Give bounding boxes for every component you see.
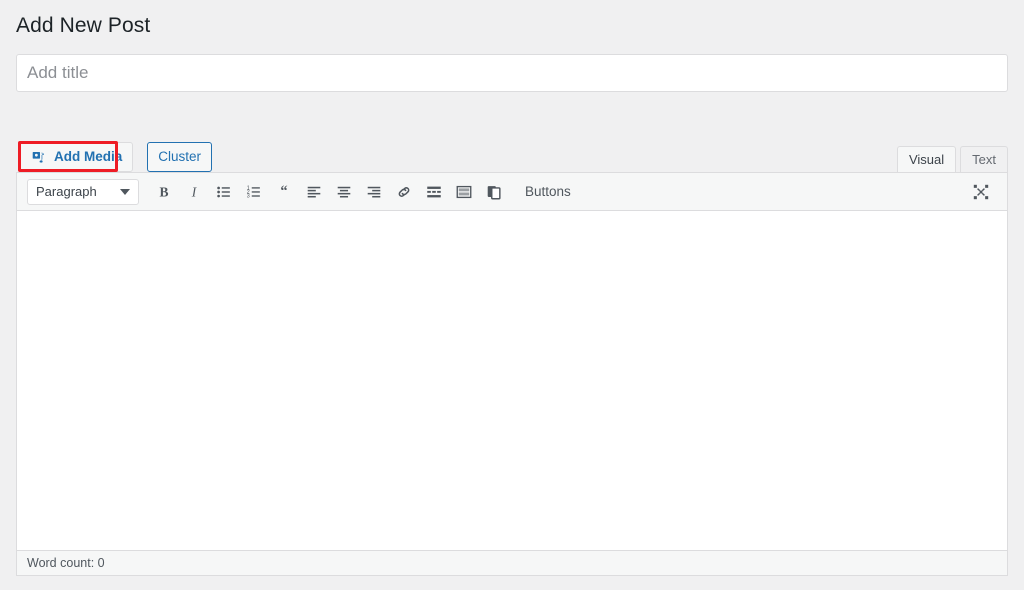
chevron-down-icon [120,189,130,195]
kitchen-sink-icon [455,183,473,201]
editor-toolbar: Paragraph B I [17,173,1007,211]
add-media-button[interactable]: Add Media [20,142,133,172]
post-content-editor: Paragraph B I [16,172,1008,576]
quote-icon: “ [275,183,293,201]
word-count-label: Word count: 0 [27,556,105,570]
ordered-list-icon: 1 2 3 [245,183,263,201]
fullscreen-icon [972,183,990,201]
align-left-button[interactable] [300,178,328,206]
blockquote-button[interactable]: “ [270,178,298,206]
align-left-icon [305,183,323,201]
bold-button[interactable]: B [150,178,178,206]
wordpress-add-new-post-screen: Add New Post Add Media Cluster Visual [0,0,1024,590]
tab-visual[interactable]: Visual [897,146,956,172]
align-center-button[interactable] [330,178,358,206]
link-icon [395,183,413,201]
page-title: Add New Post [16,14,150,38]
duplicate-button[interactable] [480,178,508,206]
italic-icon: I [185,183,203,201]
bulleted-list-button[interactable] [210,178,238,206]
toolbar-toggle-button[interactable] [450,178,478,206]
paragraph-style-select[interactable]: Paragraph [27,179,139,205]
cluster-button[interactable]: Cluster [147,142,212,172]
media-buttons-row: Add Media Cluster [16,140,212,174]
buttons-toolbar-label[interactable]: Buttons [525,184,571,199]
read-more-icon [425,183,443,201]
editor-statusbar: Word count: 0 [17,550,1007,575]
tab-visual-label: Visual [909,152,944,167]
admin-media-icon [31,149,48,166]
post-title-field[interactable] [16,54,1008,92]
read-more-button[interactable] [420,178,448,206]
align-right-button[interactable] [360,178,388,206]
cluster-label: Cluster [158,150,201,164]
align-right-icon [365,183,383,201]
copy-icon [485,183,503,201]
post-title-input[interactable] [17,55,1007,91]
tab-text-label: Text [972,152,996,167]
svg-text:“: “ [280,183,287,199]
fullscreen-button[interactable] [967,178,995,206]
post-content-area[interactable] [17,211,1007,550]
italic-button[interactable]: I [180,178,208,206]
insert-link-button[interactable] [390,178,418,206]
add-media-label: Add Media [54,150,122,164]
tab-text[interactable]: Text [960,146,1008,172]
numbered-list-button[interactable]: 1 2 3 [240,178,268,206]
unordered-list-icon [215,183,233,201]
svg-text:I: I [191,184,198,199]
bold-icon: B [155,183,173,201]
editor-mode-tabs: Visual Text [893,146,1008,172]
paragraph-style-value: Paragraph [36,184,97,199]
svg-text:B: B [159,184,168,199]
svg-text:3: 3 [247,193,250,199]
align-center-icon [335,183,353,201]
